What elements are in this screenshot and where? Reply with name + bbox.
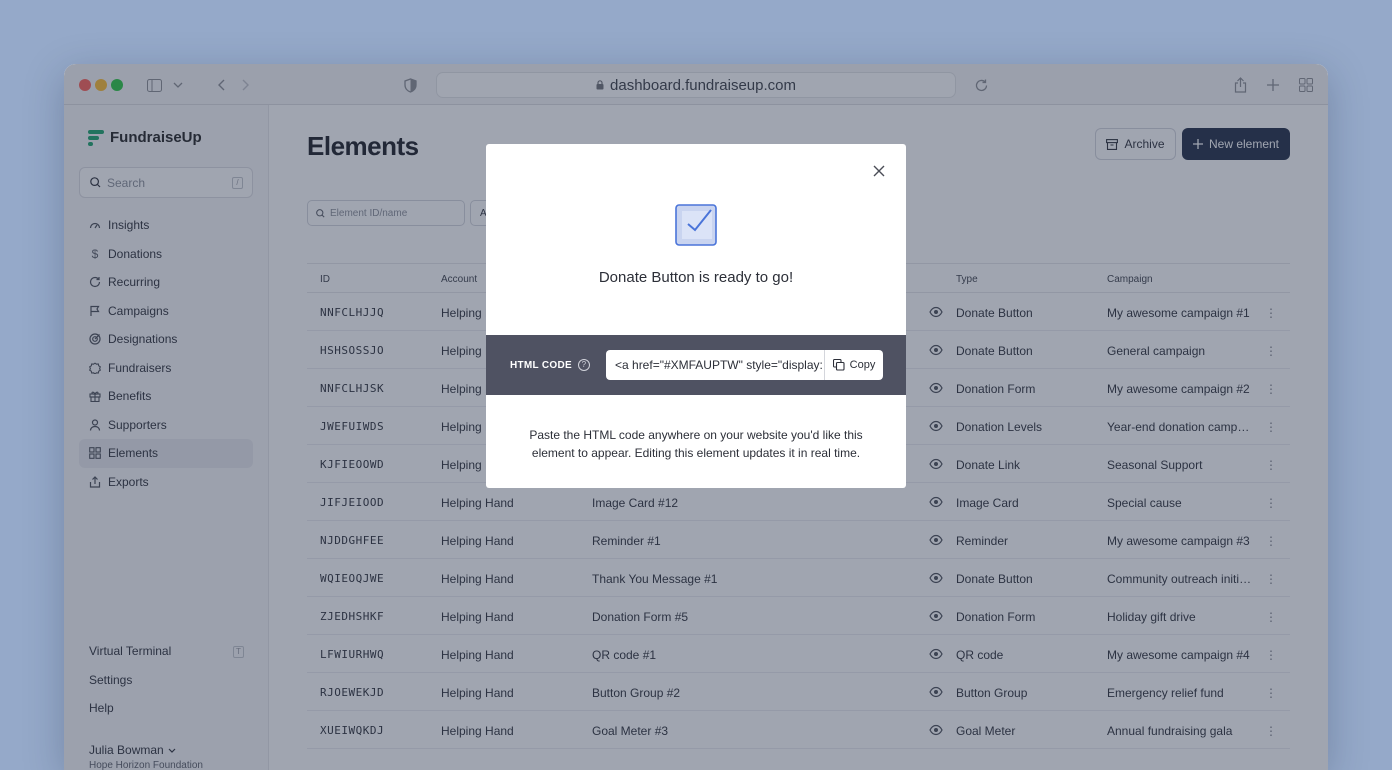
html-code-value[interactable]: <a href="#XMFAUPTW" style="display: [606, 350, 824, 380]
copy-icon [832, 359, 845, 371]
modal-description: Paste the HTML code anywhere on your web… [529, 428, 863, 460]
html-code-field[interactable]: <a href="#XMFAUPTW" style="display: Copy [606, 350, 883, 380]
element-ready-modal: Donate Button is ready to go! HTML CODE … [486, 144, 906, 488]
modal-heading: Donate Button is ready to go! [598, 269, 794, 286]
close-icon[interactable] [872, 164, 888, 180]
checkbox-illustration-icon [675, 202, 719, 246]
html-code-label: HTML CODE [510, 359, 572, 371]
browser-window: dashboard.fundraiseup.com FundraiseUp Se… [64, 64, 1328, 770]
copy-label: Copy [849, 359, 876, 371]
help-icon[interactable]: ? [577, 359, 590, 371]
html-code-section: HTML CODE ? <a href="#XMFAUPTW" style="d… [486, 335, 906, 395]
copy-button[interactable]: Copy [824, 350, 883, 380]
